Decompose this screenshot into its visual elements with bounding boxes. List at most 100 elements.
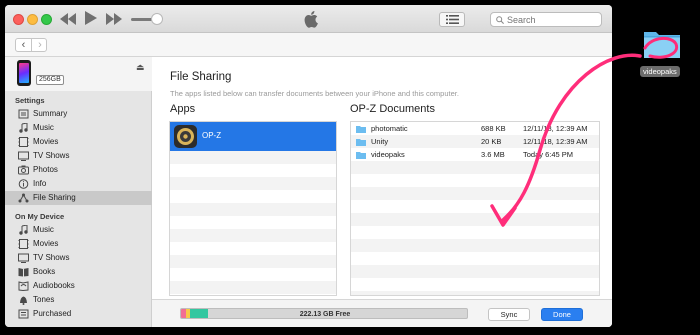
sidebar-item-label: Purchased [33, 309, 72, 318]
folder-icon [356, 152, 366, 159]
tv-icon [18, 151, 29, 161]
document-date: 12/11/18, 12:39 AM [523, 124, 588, 133]
sidebar-item-label: Movies [33, 137, 59, 146]
sidebar-item-summary[interactable]: Summary [5, 107, 152, 121]
eject-icon[interactable]: ⏏ [136, 62, 145, 73]
iphone-icon [17, 60, 31, 86]
file-sharing-icon [18, 193, 29, 203]
zoom-window-button[interactable] [41, 14, 52, 25]
title-bar [5, 5, 612, 33]
sidebar-item-label: Books [33, 267, 56, 276]
document-name: videopaks [371, 150, 405, 159]
forward-button[interactable]: › [32, 39, 48, 51]
on-my-device-section-title: On My Device [15, 212, 65, 221]
list-stripe [170, 203, 336, 216]
sidebar-item-music[interactable]: Music [5, 223, 152, 237]
rewind-icon[interactable] [60, 13, 76, 25]
bell-icon [18, 295, 29, 305]
videopaks-folder-icon[interactable] [641, 26, 683, 60]
purchased-list-icon [18, 309, 29, 319]
sidebar-item-file-sharing[interactable]: File Sharing [5, 191, 152, 205]
document-size: 20 KB [481, 137, 502, 146]
navigation-bar: ‹ › [5, 33, 612, 57]
film-icon [18, 239, 29, 249]
sidebar-item-label: File Sharing [33, 193, 76, 202]
apps-column-header: Apps [170, 103, 196, 115]
sync-button[interactable]: Sync [488, 308, 530, 321]
sidebar-item-books[interactable]: Books [5, 265, 152, 279]
document-date: 12/11/18, 12:39 AM [523, 137, 588, 146]
film-icon [18, 137, 29, 147]
document-row[interactable]: photomatic 688 KB 12/11/18, 12:39 AM [351, 122, 599, 135]
page-description: The apps listed below can transfer docum… [170, 89, 459, 98]
sidebar-item-label: TV Shows [33, 151, 70, 160]
volume-slider-knob[interactable] [151, 13, 163, 25]
sidebar-item-audiobooks[interactable]: Audiobooks [5, 279, 152, 293]
folder-icon [356, 139, 366, 146]
back-forward-buttons: ‹ › [15, 38, 47, 52]
list-stripe [351, 213, 599, 226]
document-name: photomatic [371, 124, 408, 133]
tv-icon [18, 253, 29, 263]
document-row[interactable]: videopaks 3.6 MB Today 6:45 PM [351, 148, 599, 161]
search-field[interactable] [490, 12, 602, 27]
sidebar: 256GB ⏏ Settings Summary Music Movies TV Sh… [5, 57, 152, 327]
sidebar-item-music[interactable]: Music [5, 121, 152, 135]
document-row[interactable]: Unity 20 KB 12/11/18, 12:39 AM [351, 135, 599, 148]
list-stripe [170, 255, 336, 268]
storage-bar: 222.13 GB Free [180, 308, 468, 319]
sidebar-item-label: Info [33, 179, 47, 188]
list-stripe [170, 177, 336, 190]
page-title: File Sharing [170, 71, 232, 83]
app-row-op-z[interactable]: OP-Z [170, 122, 336, 151]
list-view-button[interactable] [439, 12, 465, 27]
sidebar-item-label: Tones [33, 295, 55, 304]
free-space-label: 222.13 GB Free [299, 311, 351, 318]
search-input[interactable] [507, 14, 597, 26]
list-stripe [170, 151, 336, 164]
desktop-folder-label[interactable]: videopaks [640, 66, 680, 77]
close-window-button[interactable] [13, 14, 24, 25]
sidebar-item-photos[interactable]: Photos [5, 163, 152, 177]
sidebar-item-label: Music [33, 123, 54, 132]
documents-list: photomatic 688 KB 12/11/18, 12:39 AM Unity 2… [350, 121, 600, 296]
sidebar-item-purchased[interactable]: Purchased [5, 307, 152, 321]
minimize-window-button[interactable] [27, 14, 38, 25]
list-stripe [351, 187, 599, 200]
sidebar-item-movies[interactable]: Movies [5, 237, 152, 251]
device-capacity-badge: 256GB [36, 75, 64, 85]
sidebar-item-label: Music [33, 225, 54, 234]
itunes-window: ‹ › 256GB ⏏ Settings Summary Music Movies T… [5, 5, 612, 327]
document-date: Today 6:45 PM [523, 150, 574, 159]
audiobook-icon [18, 281, 29, 292]
document-size: 688 KB [481, 124, 506, 133]
sidebar-item-label: Summary [33, 109, 68, 118]
list-stripe [170, 281, 336, 294]
book-icon [18, 267, 29, 277]
op-z-app-icon [174, 125, 197, 148]
list-view-icon [446, 15, 459, 24]
fast-forward-icon[interactable] [106, 13, 122, 25]
list-stripe [351, 265, 599, 278]
info-icon [18, 179, 29, 189]
settings-section-title: Settings [15, 96, 45, 105]
sidebar-item-tv-shows[interactable]: TV Shows [5, 149, 152, 163]
file-sharing-pane: File Sharing The apps listed below can t… [152, 57, 612, 327]
apple-icon [304, 11, 318, 28]
device-header[interactable]: 256GB ⏏ [5, 57, 152, 91]
sidebar-item-info[interactable]: Info [5, 177, 152, 191]
play-icon[interactable] [85, 11, 97, 25]
sidebar-item-tones[interactable]: Tones [5, 293, 152, 307]
sidebar-item-label: Movies [33, 239, 59, 248]
folder-icon [356, 126, 366, 133]
sidebar-item-movies[interactable]: Movies [5, 135, 152, 149]
documents-column-header: OP-Z Documents [350, 103, 435, 115]
sidebar-item-label: TV Shows [33, 253, 70, 262]
done-button[interactable]: Done [541, 308, 583, 321]
document-name: Unity [371, 137, 389, 146]
back-button[interactable]: ‹ [16, 39, 32, 51]
sidebar-item-label: Audiobooks [33, 281, 75, 290]
list-stripe [351, 291, 599, 295]
music-note-icon [18, 224, 29, 235]
sidebar-item-tv-shows[interactable]: TV Shows [5, 251, 152, 265]
